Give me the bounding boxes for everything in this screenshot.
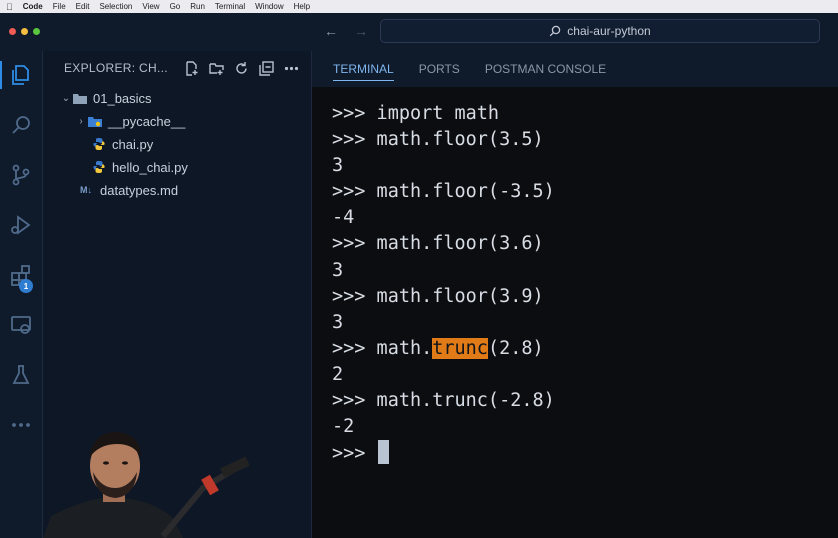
webcam-overlay [43, 418, 311, 538]
arrow-left-icon[interactable]: ← [324, 23, 338, 39]
search-icon [550, 25, 561, 37]
menu-help[interactable]: Help [294, 2, 310, 11]
terminal-line: 3 [332, 259, 344, 281]
minimize-window-button[interactable] [21, 28, 28, 35]
terminal-line: >>> math.floor(3.9) [332, 285, 544, 307]
menu-run[interactable]: Run [190, 2, 205, 11]
terminal-line: 2 [332, 363, 344, 385]
explorer-toolbar [183, 60, 299, 76]
apple-icon[interactable]:  [6, 2, 13, 12]
testing-icon[interactable] [0, 357, 42, 393]
more-icon[interactable] [0, 407, 42, 443]
terminal-output[interactable]: >>> import math >>> math.floor(3.5) 3 >>… [332, 101, 822, 466]
remote-explorer-icon[interactable] [0, 307, 42, 343]
presenter-image [43, 432, 250, 538]
search-icon[interactable] [0, 107, 42, 143]
terminal-line-highlighted: >>> math.trunc(2.8) [332, 336, 822, 362]
window-controls [9, 28, 40, 35]
folder-icon [87, 114, 103, 128]
terminal-line: >>> math.floor(3.6) [332, 233, 544, 255]
tree-item-datatypes-md[interactable]: M↓ datatypes.md [43, 179, 345, 201]
tree-item-01-basics[interactable]: ⌄ 01_basics [43, 87, 328, 109]
close-window-button[interactable] [9, 28, 16, 35]
terminal-line: -2 [332, 416, 355, 438]
tab-terminal[interactable]: TERMINAL [333, 51, 394, 87]
menu-edit[interactable]: Edit [76, 2, 90, 11]
markdown-file-icon: M↓ [80, 185, 92, 195]
run-debug-icon[interactable] [0, 207, 42, 243]
search-text: chai-aur-python [567, 24, 651, 38]
python-file-icon [91, 160, 107, 174]
chevron-down-icon: ⌄ [61, 92, 71, 104]
terminal-cursor [377, 440, 389, 465]
tab-ports[interactable]: PORTS [419, 51, 460, 87]
tree-item-pycache[interactable]: › __pycache__ [43, 110, 343, 132]
python-file-icon [91, 137, 107, 151]
chevron-right-icon: › [79, 115, 83, 127]
source-control-icon[interactable] [0, 157, 42, 193]
terminal-line: >>> math.floor(-3.5) [332, 181, 555, 203]
menu-bar:  Code File Edit Selection View Go Run T… [0, 0, 838, 13]
tree-item-label: hello_chai.py [112, 159, 188, 175]
tree-item-label: __pycache__ [108, 113, 186, 129]
menu-view[interactable]: View [142, 2, 159, 11]
terminal-panel: TERMINAL PORTS POSTMAN CONSOLE >>> impor… [312, 51, 838, 538]
menu-window[interactable]: Window [255, 2, 283, 11]
terminal-prompt-line[interactable]: >>> [332, 440, 822, 466]
explorer-icon[interactable] [0, 57, 42, 93]
activity-bar: 1 [0, 51, 43, 538]
tree-item-label: datatypes.md [100, 182, 179, 198]
menu-file[interactable]: File [53, 2, 66, 11]
arrow-right-icon[interactable]: → [354, 23, 368, 39]
terminal-text: >>> math. [332, 337, 433, 359]
new-file-icon[interactable] [183, 60, 199, 76]
new-folder-icon[interactable] [208, 60, 224, 76]
menu-terminal[interactable]: Terminal [215, 2, 245, 11]
more-actions-icon[interactable] [283, 60, 299, 76]
command-center-search[interactable]: chai-aur-python [380, 19, 820, 43]
terminal-line: -4 [332, 207, 355, 229]
search-highlight: trunc [432, 337, 488, 359]
explorer-title: EXPLORER: CH... [64, 61, 168, 75]
refresh-icon[interactable] [233, 60, 249, 76]
tree-item-label: chai.py [112, 136, 154, 152]
terminal-text: (2.8) [487, 337, 544, 359]
terminal-line: 3 [332, 155, 344, 177]
extensions-icon[interactable]: 1 [0, 257, 42, 293]
nav-arrows: ← → [324, 23, 368, 39]
folder-open-icon [72, 91, 88, 105]
panel-tab-bar: TERMINAL PORTS POSTMAN CONSOLE [312, 51, 838, 87]
title-bar: ← → chai-aur-python [0, 13, 838, 51]
menu-app-name[interactable]: Code [23, 2, 43, 11]
terminal-line: >>> math.floor(3.5) [332, 129, 544, 151]
terminal-line: 3 [332, 311, 344, 333]
tree-item-label: 01_basics [93, 90, 152, 106]
menu-selection[interactable]: Selection [99, 2, 132, 11]
terminal-prompt: >>> [332, 443, 377, 465]
terminal-line: >>> import math [332, 103, 500, 124]
menu-go[interactable]: Go [170, 2, 181, 11]
extensions-badge: 1 [19, 279, 33, 293]
zoom-window-button[interactable] [33, 28, 40, 35]
terminal-line: >>> math.trunc(-2.8) [332, 390, 555, 412]
tab-postman-console[interactable]: POSTMAN CONSOLE [485, 51, 606, 87]
collapse-all-icon[interactable] [258, 60, 274, 76]
